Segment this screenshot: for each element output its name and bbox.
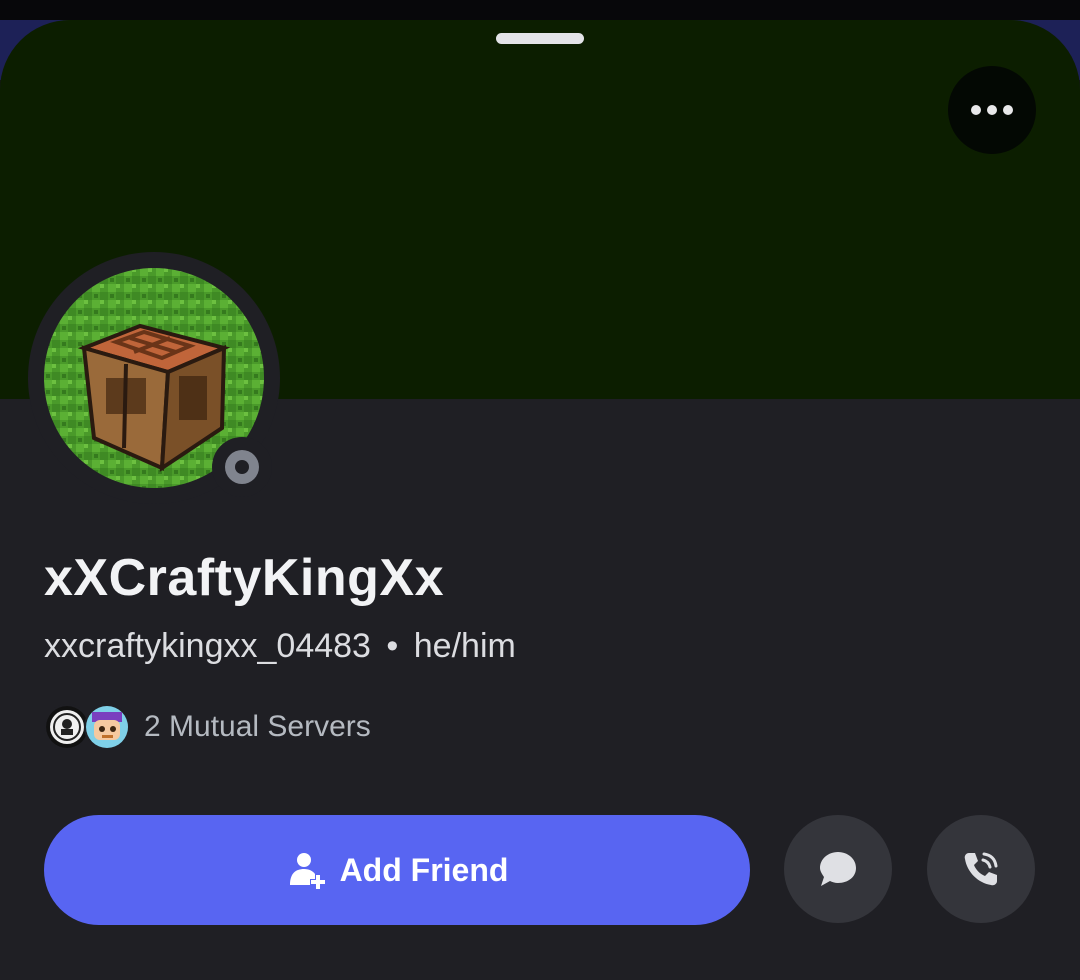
mutual-servers-label: 2 Mutual Servers: [144, 710, 371, 743]
offline-status-icon: [225, 450, 259, 484]
server-icon: [84, 704, 130, 750]
separator: •: [386, 627, 399, 665]
pronouns: he/him: [413, 627, 516, 665]
add-friend-button[interactable]: Add Friend: [44, 815, 750, 925]
status-badge: [212, 437, 272, 497]
add-user-icon: [289, 853, 325, 889]
message-button[interactable]: [784, 815, 892, 923]
chat-bubble-icon: [820, 852, 856, 886]
more-horizontal-icon: [971, 105, 1013, 115]
add-friend-label: Add Friend: [339, 851, 509, 888]
mutual-servers[interactable]: 2 Mutual Servers: [44, 704, 371, 750]
status-bar: [0, 0, 1080, 20]
drag-handle[interactable]: [496, 33, 584, 44]
username: xxcraftykingxx_04483: [44, 627, 371, 665]
more-options-button[interactable]: [948, 66, 1036, 154]
display-name: xXCraftyKingXx: [44, 549, 444, 607]
username-line: xxcraftykingxx_04483 • he/him: [44, 627, 516, 666]
call-button[interactable]: [927, 815, 1035, 923]
phone-icon: [964, 852, 998, 886]
